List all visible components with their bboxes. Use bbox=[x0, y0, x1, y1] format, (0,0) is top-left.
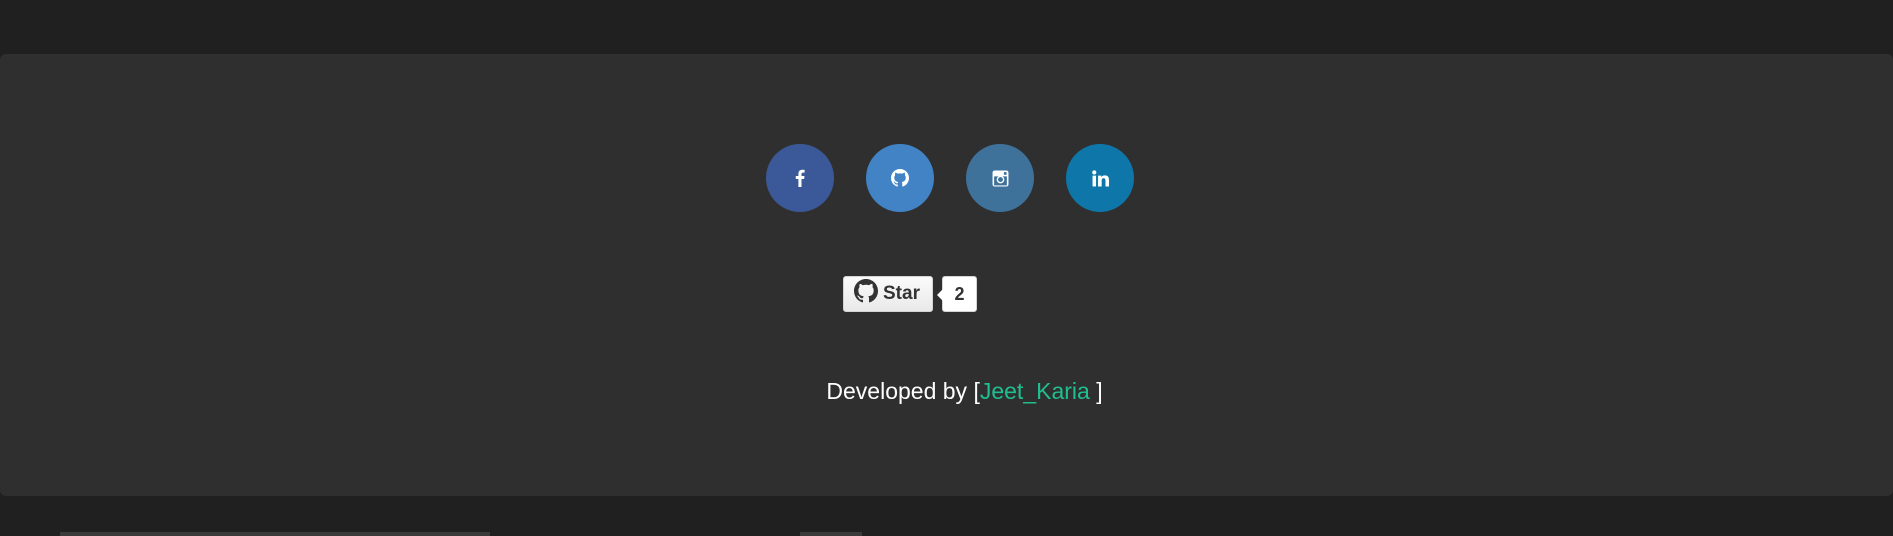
author-link[interactable]: Jeet_Karia bbox=[980, 378, 1090, 404]
footer-panel: Star 2 Developed by [Jeet_Karia ] bbox=[0, 54, 1893, 496]
social-links bbox=[766, 144, 1134, 212]
instagram-icon bbox=[992, 170, 1009, 187]
developer-credit: Developed by [Jeet_Karia ] bbox=[0, 378, 1893, 405]
github-icon bbox=[891, 169, 909, 187]
credit-close-bracket: ] bbox=[1096, 378, 1103, 404]
github-star-button[interactable]: Star bbox=[843, 276, 933, 312]
bottom-strip-middle bbox=[800, 532, 862, 536]
star-count[interactable]: 2 bbox=[936, 276, 977, 312]
linkedin-icon bbox=[1091, 169, 1109, 187]
github-star-widget: Star 2 bbox=[843, 276, 977, 312]
facebook-icon bbox=[792, 169, 808, 187]
star-label: Star bbox=[883, 283, 920, 304]
bottom-strip-left bbox=[60, 532, 490, 536]
linkedin-button[interactable] bbox=[1066, 144, 1134, 212]
github-button[interactable] bbox=[866, 144, 934, 212]
instagram-button[interactable] bbox=[966, 144, 1034, 212]
facebook-button[interactable] bbox=[766, 144, 834, 212]
credit-prefix: Developed by bbox=[826, 378, 968, 404]
github-icon bbox=[854, 279, 878, 309]
